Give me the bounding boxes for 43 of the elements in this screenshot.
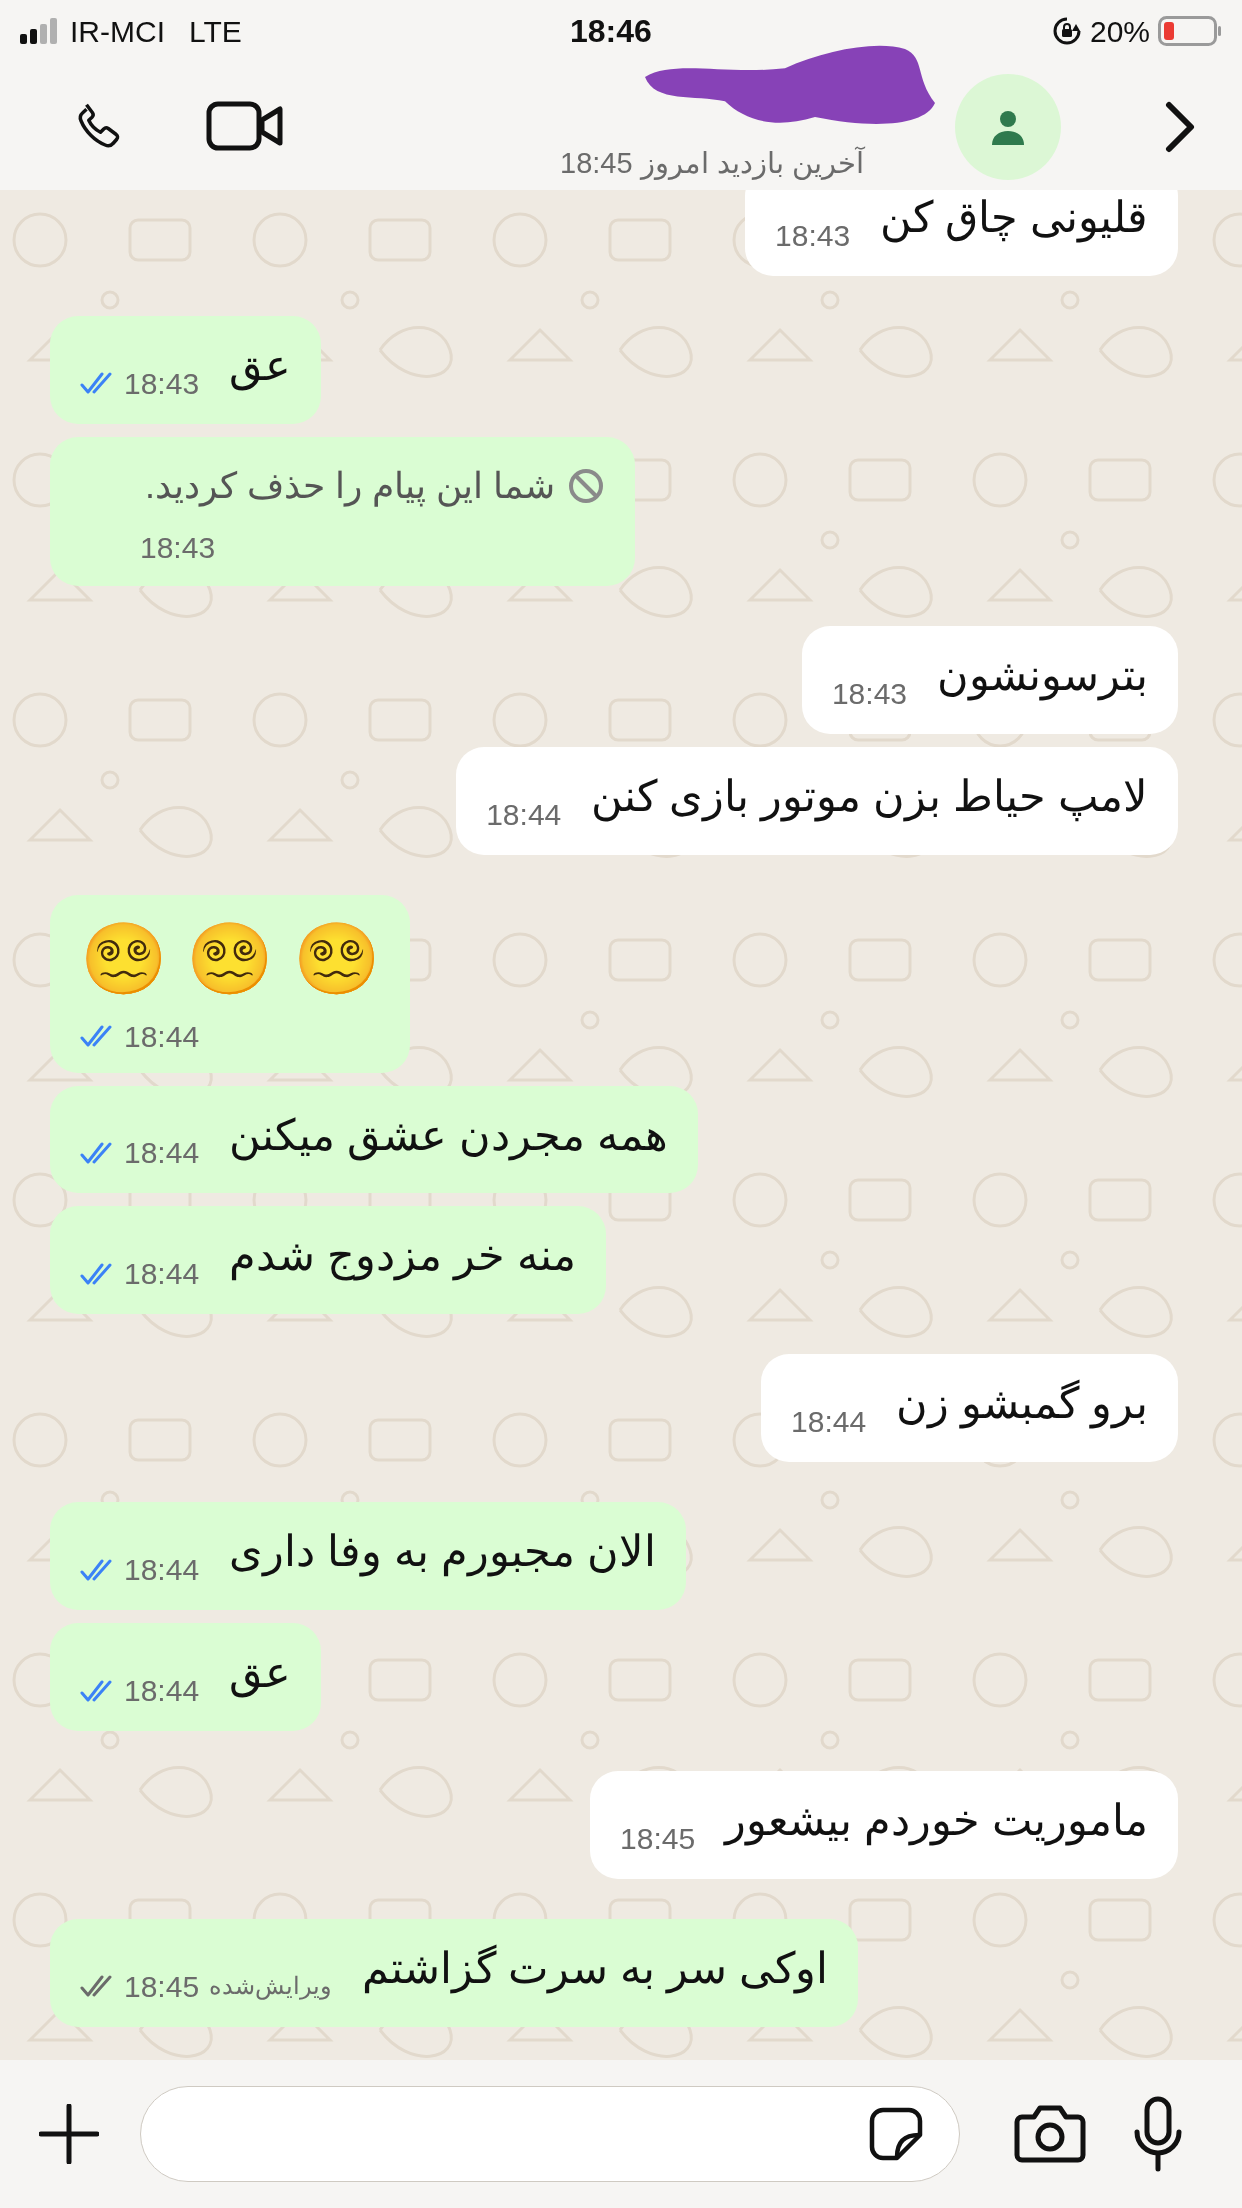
plus-icon — [39, 2104, 99, 2164]
message-time: 18:43 — [124, 365, 200, 402]
prohibited-icon — [567, 466, 605, 505]
message-time: 18:44 — [124, 1135, 200, 1172]
carrier-name: IR-MCI — [70, 13, 165, 50]
message-time: 18:45 — [124, 1968, 200, 2005]
battery-icon — [1158, 16, 1222, 46]
message-time: 18:44 — [124, 1018, 200, 1055]
video-camera-icon — [206, 100, 284, 152]
message-text: عق — [229, 339, 292, 393]
camera-icon — [1014, 2105, 1086, 2163]
message-text: ماموریت خوردم بیشعور — [725, 1795, 1148, 1848]
message-time: 18:44 — [124, 1552, 200, 1589]
message-text: الان مجبورم به وفا داری — [229, 1526, 656, 1579]
message-time: 18:43 — [140, 529, 216, 566]
attach-button[interactable] — [36, 2101, 102, 2167]
message-text: برو گمبشو زن — [896, 1378, 1148, 1431]
message-time: 18:45 — [620, 1820, 696, 1857]
message-time: 18:43 — [775, 217, 851, 254]
orientation-lock-icon — [1051, 16, 1082, 46]
edited-label: ویرایش‌شده — [209, 1971, 333, 2002]
message-text: عق — [229, 1647, 292, 1700]
message-time: 18:44 — [791, 1404, 867, 1441]
message-text: اوکی سر به سرت گزاشتم — [362, 1942, 828, 1996]
network-type: LTE — [189, 13, 242, 50]
message-time: 18:44 — [124, 1673, 200, 1709]
message-time: 18:44 — [486, 796, 562, 833]
message-time: 18:43 — [831, 675, 907, 712]
message-text: بترسونشون — [937, 649, 1148, 703]
message-text: منه خر مزدوج شدم — [229, 1230, 576, 1283]
sticker-icon — [869, 2107, 923, 2161]
microphone-icon — [1133, 2096, 1183, 2172]
deleted-message-text: شما این پیام را حذف کردید. — [145, 463, 555, 509]
chevron-right-icon — [1165, 101, 1195, 153]
signal-icon — [20, 18, 60, 44]
message-time: 18:44 — [124, 1256, 200, 1293]
message-text: همه مجردن عشق میکنن — [229, 1109, 668, 1163]
last-seen-status: آخرین بازدید امروز 18:45 — [560, 145, 864, 182]
status-time: 18:46 — [570, 12, 652, 51]
emoji-message: 😵‍💫 😵‍💫 😵‍💫 — [80, 920, 380, 998]
message-text: لامپ حیاط بزن موتور بازی کنن — [591, 770, 1148, 824]
battery-percent: 20% — [1089, 13, 1150, 50]
message-text: قلیونی چاق کن — [880, 192, 1148, 245]
